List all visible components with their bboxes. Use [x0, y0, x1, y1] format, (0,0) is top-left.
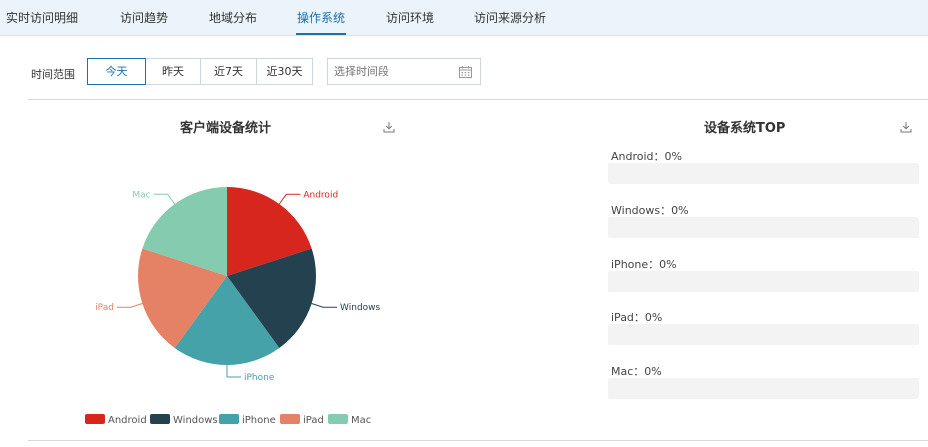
os-top-bar [608, 217, 919, 238]
legend-swatch [280, 414, 300, 424]
os-top-label: Windows：0% [611, 204, 689, 217]
os-top-bar [608, 324, 919, 345]
legend-swatch [150, 414, 170, 424]
pie-label-line [311, 303, 338, 308]
legend-item-android[interactable]: Android [85, 414, 147, 426]
legend-label: iPhone [242, 415, 276, 426]
os-top-label: iPad：0% [611, 311, 663, 324]
os-top-label: Android：0% [611, 150, 682, 163]
os-top-bar [608, 271, 919, 292]
legend-label: Android [108, 415, 147, 426]
pie-label-line [153, 193, 176, 205]
os-top-bar [608, 163, 919, 184]
pie-label: iPhone [244, 373, 275, 383]
bottom-divider [28, 440, 928, 441]
legend-label: iPad [303, 415, 324, 426]
pie-label: iPad [95, 303, 114, 313]
pie-label-line [226, 365, 241, 378]
os-top-title: 设备系统TOP [704, 121, 786, 136]
pie-label: Android [303, 190, 338, 200]
legend-item-iphone[interactable]: iPhone [219, 414, 276, 426]
legend-swatch [219, 414, 239, 424]
legend-label: Windows [173, 415, 218, 426]
legend-label: Mac [351, 415, 372, 426]
os-top-label: Mac：0% [611, 365, 662, 378]
legend-item-mac[interactable]: Mac [328, 414, 371, 426]
legend-swatch [328, 414, 348, 424]
pie-label: Mac [132, 190, 150, 200]
download-icon[interactable] [900, 121, 912, 133]
pie-label-line [278, 193, 301, 205]
os-top-bar [608, 378, 919, 399]
legend-item-windows[interactable]: Windows [150, 414, 218, 426]
legend-swatch [85, 414, 105, 424]
pie-label: Windows [340, 303, 380, 313]
range-today-button[interactable]: 今天 [87, 58, 146, 85]
pie-label-line [116, 303, 143, 308]
legend-item-ipad[interactable]: iPad [280, 414, 324, 426]
os-top-label: iPhone：0% [611, 258, 677, 271]
